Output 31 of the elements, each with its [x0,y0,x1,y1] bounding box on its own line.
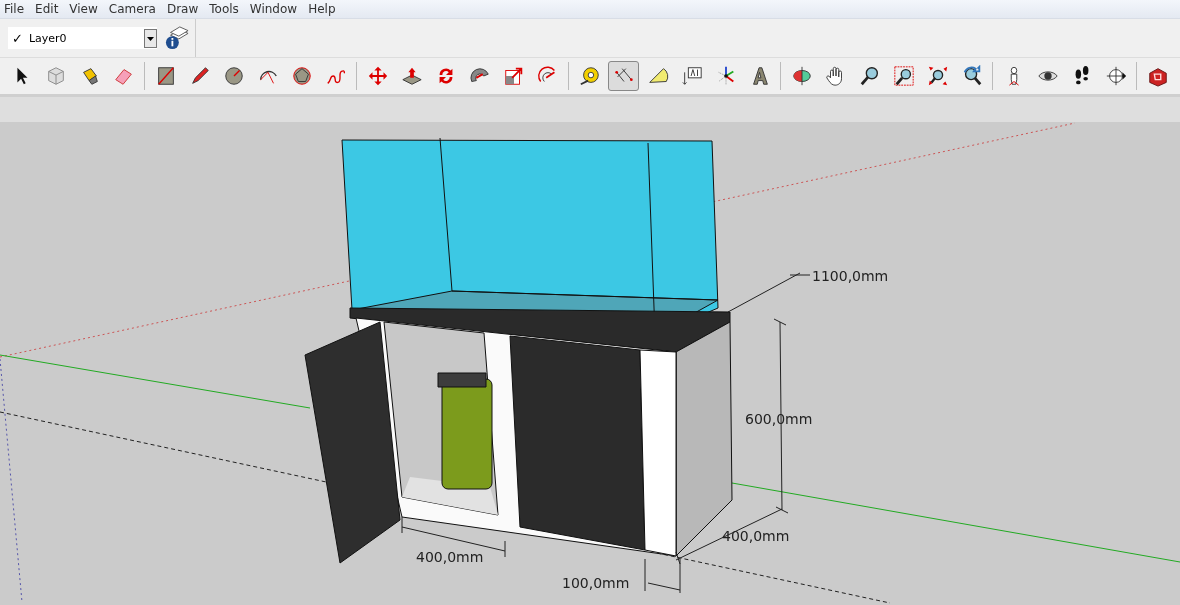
orbit-icon [790,65,813,87]
push-pull-icon [400,65,423,87]
zoom-window-icon [892,65,915,87]
tape-measure-icon [578,65,601,87]
menu-item[interactable]: Help [304,2,343,16]
zoom-extents-icon [926,65,949,87]
menu-item[interactable]: Draw [162,2,206,16]
menu-item[interactable]: View [65,2,105,16]
text-label-icon [680,65,703,87]
menu-item[interactable]: Camera [104,2,163,16]
menu-item[interactable]: File [0,2,32,16]
layer-name: Layer0 [28,31,68,45]
dimension-label: 100,0mm [562,575,630,591]
layers-info-icon[interactable] [165,26,189,50]
section-plane-icon [1104,65,1127,87]
scale-icon [502,65,525,87]
dimension-label: 400,0mm [722,528,790,544]
caret-icon[interactable] [144,28,157,48]
four-arrows-icon [366,65,389,87]
menu-item[interactable]: Tools [205,2,246,16]
menu-item[interactable]: Edit [31,2,66,16]
circle-icon [222,65,245,87]
dimension-label: 400,0mm [416,549,484,565]
polygon-icon [290,65,313,87]
check-icon: ✓ [12,30,23,46]
dimension-label: 600,0mm [745,411,813,427]
dimension-label: 1100,0mm [812,268,889,284]
zoom-icon [858,65,881,87]
layer-dropdown[interactable]: ✓ Layer0 [8,27,157,49]
3d-viewport[interactable]: 1100,0mm 600,0mm 400,0mm 400,0mm 100,0mm [0,97,1180,605]
menu-item[interactable]: Window [245,2,305,16]
